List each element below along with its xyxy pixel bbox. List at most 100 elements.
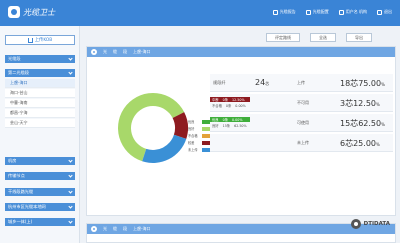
logout-icon	[377, 9, 382, 15]
stat-pct-unit: %	[376, 102, 380, 107]
stat-label: 规段纤	[213, 80, 226, 85]
panel-tab-2[interactable]: 段	[123, 226, 127, 232]
header-report-label: 光缆报告	[279, 9, 296, 14]
header-user-label: 用户名 机构	[345, 9, 367, 14]
legend-item-3: 较差	[188, 140, 210, 145]
panel-tab-0[interactable]: 光	[103, 49, 107, 55]
sidebar-group-0[interactable]: 光缆段	[5, 55, 75, 63]
sidebar-group-label: 光缆段	[8, 56, 21, 61]
panel-marker-icon	[91, 226, 97, 232]
stat-value-count: 18芯	[340, 79, 359, 88]
sidebar-group-5[interactable]: 杭州市区光缆本地网	[5, 203, 75, 211]
chevron-down-icon	[68, 173, 73, 178]
chevron-down-icon	[68, 219, 73, 224]
legend-swatch	[202, 133, 210, 138]
panel-marker-icon	[91, 49, 97, 55]
header-logout-link[interactable]: 退出	[377, 9, 392, 15]
sidebar-item-label: 中曹-海南	[10, 100, 28, 105]
export-button[interactable]: 导出	[346, 33, 372, 42]
sidebar-item-0[interactable]: 上虞-海口	[5, 79, 75, 88]
stat-value: 15芯62.50%	[340, 118, 385, 129]
sidebar-group-2[interactable]: 机房	[5, 157, 75, 165]
sidebar-item-label: 海口-芸山	[10, 90, 28, 95]
panel-tab-1[interactable]: 缆	[113, 49, 117, 55]
status-pill-excellent: 优良 0条 0.00%	[210, 117, 250, 122]
legend-swatch	[202, 140, 210, 145]
stat-right-label: 未上传	[297, 140, 309, 145]
legend-item-0: 优良	[188, 119, 210, 124]
panel-tab-2[interactable]: 段	[123, 49, 127, 55]
legend-label: 较差	[188, 141, 195, 145]
select-all-button[interactable]: 全选	[310, 33, 336, 42]
header-report-link[interactable]: 光缆报告	[272, 9, 296, 15]
pill-pct: 12.50%	[232, 97, 245, 102]
stat-value-pct: 62.50	[358, 119, 382, 128]
sidebar-group-3[interactable]: 传输节点	[5, 172, 75, 180]
toolbar: 评定路线 全选 导出	[86, 33, 396, 43]
stats-row-2: 优良 0条 0.00% 良好 15条 62.50% 可使用 15芯62.50%	[210, 114, 393, 132]
stats-row-3: 未上传 6芯25.00%	[210, 134, 393, 152]
settings-icon	[305, 9, 311, 15]
status-pill-good: 良好 15条 62.50%	[210, 123, 250, 129]
pill-count: 0条	[225, 104, 232, 108]
header-settings-label: 光缆配置	[312, 9, 329, 14]
stats-row-1: 中断 0条 12.50% 不合格 0条 0.00% 不可用 3芯12.50%	[210, 94, 393, 112]
sidebar-item-4[interactable]: 芸山-天宁	[5, 119, 75, 128]
sidebar-group-4[interactable]: 干线段路光缆	[5, 188, 75, 196]
stat-value-pct: 25.00	[353, 139, 376, 148]
panel-tab-0[interactable]: 光	[103, 226, 107, 232]
pill-label: 中断	[212, 98, 219, 102]
app-root: 光缆卫士 光缆报告 光缆配置 用户名 机构 退出 上传KOB 光缆段 第二光缆段…	[0, 0, 400, 243]
stat-value-count: 6芯	[340, 139, 354, 148]
chevron-down-icon	[68, 204, 73, 209]
stat-pct-unit: %	[381, 82, 385, 87]
app-title: 光缆卫士	[23, 7, 55, 17]
panel-header: 光 缆 段 上虞-海口	[87, 224, 395, 234]
legend-swatch	[202, 126, 210, 131]
pill-pct: 0.00%	[235, 103, 246, 108]
watermark: DTIDATA	[350, 219, 390, 229]
header-user-link[interactable]: 用户名 机构	[338, 9, 367, 15]
evaluate-route-button[interactable]: 评定路线	[266, 33, 300, 42]
stat-value: 6芯25.00%	[340, 138, 380, 149]
upload-label: 上传KOB	[34, 38, 53, 43]
stat-right-label: 可使用	[297, 120, 309, 125]
sidebar-item-label: 上虞-海口	[10, 80, 28, 85]
pill-count: 0条	[222, 118, 228, 122]
stat-value-count: 15芯	[340, 119, 359, 128]
sidebar-item-1[interactable]: 海口-芸山	[5, 89, 75, 98]
stats-row-0: 规段纤 24芯 上传 18芯75.00%	[210, 74, 393, 92]
upload-button[interactable]: 上传KOB	[5, 35, 75, 45]
header-nav: 光缆报告 光缆配置 用户名 机构 退出	[272, 9, 392, 15]
stat-count-unit: 芯	[265, 81, 270, 86]
pill-label: 不合格	[212, 104, 222, 108]
user-icon	[338, 9, 344, 15]
status-pill-unqualified: 不合格 0条 0.00%	[210, 103, 250, 109]
panel-breadcrumb: 上虞-海口	[133, 226, 151, 231]
panel-tab-1[interactable]: 缆	[113, 226, 117, 232]
logo-icon	[8, 6, 20, 18]
pill-count: 15条	[222, 124, 231, 128]
sidebar-group-6[interactable]: 城乡一体(上)	[5, 218, 75, 226]
legend-swatch	[202, 119, 210, 124]
stat-right-label: 不可用	[297, 100, 309, 105]
stat-right-label: 上传	[297, 80, 305, 85]
watermark-text: DTIDATA	[363, 221, 390, 227]
sidebar-item-2[interactable]: 中曹-海南	[5, 99, 75, 108]
sidebar-group-1[interactable]: 第二光缆段	[5, 69, 75, 77]
stat-value-count: 3芯	[340, 99, 354, 108]
header-settings-link[interactable]: 光缆配置	[305, 9, 329, 15]
report-icon	[272, 9, 278, 15]
sidebar-item-3[interactable]: 都昌-宁海	[5, 109, 75, 118]
sidebar-group-label: 城乡一体(上)	[8, 219, 33, 224]
legend-label: 优良	[188, 120, 195, 124]
pill-label: 良好	[212, 124, 219, 128]
sidebar-group-label: 第二光缆段	[8, 70, 29, 75]
main-panel: 光 缆 段 上虞-海口 优良 良好 不合格 较差 未上传 规段纤 24芯 上传 …	[86, 46, 396, 216]
top-header: 光缆卫士 光缆报告 光缆配置 用户名 机构 退出	[0, 0, 400, 26]
sidebar-group-label: 干线段路光缆	[8, 189, 34, 194]
pill-pct: 62.50%	[234, 123, 247, 128]
legend-item-4: 未上传	[188, 147, 210, 152]
donut-slice-2[interactable]	[142, 134, 187, 163]
sidebar-group-label: 传输节点	[8, 173, 25, 178]
